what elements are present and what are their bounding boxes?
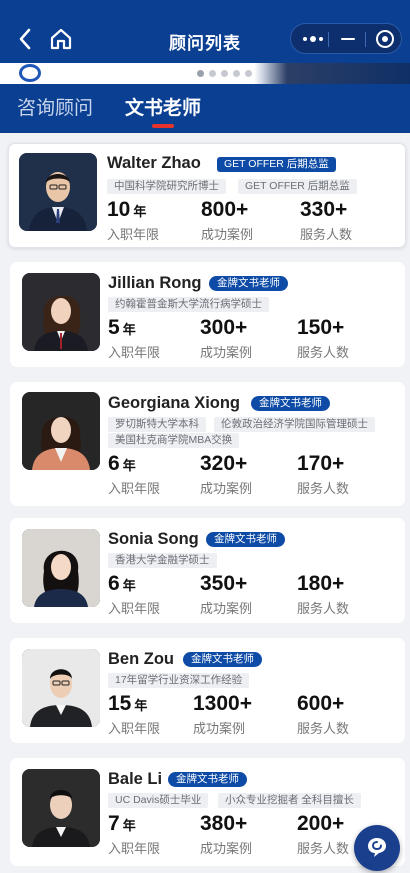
served-value: 330+ (300, 198, 348, 221)
advisor-card[interactable]: Sonia Song 金牌文书老师 香港大学金融学硕士 6年 350+ 180+… (10, 518, 405, 623)
credential-tag: 中国科学院研究所博士 (107, 179, 226, 194)
carousel-indicator (197, 70, 252, 77)
advisor-card[interactable]: Jillian Rong 金牌文书老师 约翰霍普金斯大学流行病学硕士 5年 30… (10, 262, 405, 367)
more-dots-icon[interactable] (300, 28, 326, 50)
consult-chat-icon (368, 838, 386, 857)
tab-consultants[interactable]: 咨询顾问 (17, 93, 93, 120)
years-value: 6年 (108, 452, 136, 475)
served-value: 200+ (297, 812, 345, 835)
avatar (22, 649, 100, 727)
top-navbar: 顾问列表 (0, 0, 410, 63)
active-tab-indicator (152, 124, 174, 128)
credential-tag: 罗切斯特大学本科 (108, 417, 206, 432)
credential-tag: 香港大学金融学硕士 (108, 553, 217, 568)
served-label: 服务人数 (300, 227, 353, 242)
title-badge: 金牌文书老师 (168, 772, 247, 787)
banner-carousel[interactable] (0, 63, 410, 84)
cases-value: 1300+ (193, 692, 252, 715)
cases-label: 成功案例 (200, 841, 253, 856)
close-circle-icon[interactable] (376, 30, 394, 48)
served-value: 600+ (297, 692, 345, 715)
title-badge: 金牌文书老师 (209, 276, 288, 291)
advisor-card[interactable]: Georgiana Xiong 金牌文书老师 罗切斯特大学本科 伦敦政治经济学院… (10, 382, 405, 506)
served-label: 服务人数 (297, 601, 350, 616)
mini-program-capsule (290, 23, 402, 54)
served-label: 服务人数 (297, 841, 350, 856)
advisor-card[interactable]: Ben Zou 金牌文书老师 17年留学行业资深工作经验 15 年 1300+ 6… (10, 638, 405, 743)
advisor-name: Sonia Song (108, 530, 199, 548)
title-badge: 金牌文书老师 (183, 652, 262, 667)
credential-tag: 小众专业挖掘者 全科目擅长 (218, 793, 361, 808)
tab-bar: 咨询顾问 文书老师 (0, 84, 410, 133)
years-value: 7年 (108, 812, 136, 835)
years-label: 入职年限 (108, 841, 161, 856)
consult-floating-button[interactable] (354, 825, 400, 871)
cases-value: 800+ (201, 198, 249, 221)
cases-value: 380+ (200, 812, 248, 835)
cases-value: 300+ (200, 316, 248, 339)
advisor-card[interactable]: Walter Zhao GET OFFER 后期总监 中国科学院研究所博士 GE… (8, 143, 406, 248)
served-value: 180+ (297, 572, 345, 595)
credential-tag: GET OFFER 后期总监 (238, 179, 357, 194)
cases-label: 成功案例 (201, 227, 254, 242)
cases-label: 成功案例 (200, 601, 253, 616)
credential-tag: 美国杜克商学院MBA交换 (108, 433, 240, 448)
served-label: 服务人数 (297, 345, 350, 360)
tab-essay-teachers[interactable]: 文书老师 (125, 93, 201, 120)
years-value: 5年 (108, 316, 136, 339)
served-label: 服务人数 (297, 721, 350, 736)
advisor-name: Bale Li (108, 770, 163, 788)
years-label: 入职年限 (108, 721, 161, 736)
credential-tag: UC Davis硕士毕业 (108, 793, 209, 808)
title-badge: 金牌文书老师 (251, 396, 330, 411)
advisor-list[interactable]: Walter Zhao GET OFFER 后期总监 中国科学院研究所博士 GE… (0, 133, 410, 873)
advisor-card[interactable]: Bale Li 金牌文书老师 UC Davis硕士毕业 小众专业挖掘者 全科目擅… (10, 758, 405, 866)
years-label: 入职年限 (108, 601, 161, 616)
advisor-name: Walter Zhao (107, 154, 201, 172)
credential-tag: 17年留学行业资深工作经验 (108, 673, 250, 688)
cases-value: 320+ (200, 452, 248, 475)
years-label: 入职年限 (108, 345, 161, 360)
credential-tag: 约翰霍普金斯大学流行病学硕士 (108, 297, 269, 312)
avatar (22, 392, 100, 470)
banner-ring-graphic (19, 64, 41, 82)
served-value: 170+ (297, 452, 345, 475)
advisor-name: Ben Zou (108, 650, 174, 668)
years-value: 10 年 (107, 198, 147, 221)
title-badge: 金牌文书老师 (206, 532, 285, 547)
avatar (19, 153, 97, 231)
cases-label: 成功案例 (200, 481, 253, 496)
served-label: 服务人数 (297, 481, 350, 496)
years-value: 15 年 (108, 692, 148, 715)
avatar (22, 273, 100, 351)
credential-tag: 伦敦政治经济学院国际管理硕士 (214, 417, 375, 432)
title-badge: GET OFFER 后期总监 (217, 157, 336, 172)
cases-label: 成功案例 (200, 345, 253, 360)
advisor-name: Jillian Rong (108, 274, 202, 292)
minimize-icon[interactable] (338, 28, 358, 50)
years-label: 入职年限 (107, 227, 160, 242)
cases-value: 350+ (200, 572, 248, 595)
years-label: 入职年限 (108, 481, 161, 496)
years-value: 6年 (108, 572, 136, 595)
avatar (22, 769, 100, 847)
served-value: 150+ (297, 316, 345, 339)
advisor-name: Georgiana Xiong (108, 394, 241, 412)
cases-label: 成功案例 (193, 721, 246, 736)
avatar (22, 529, 100, 607)
